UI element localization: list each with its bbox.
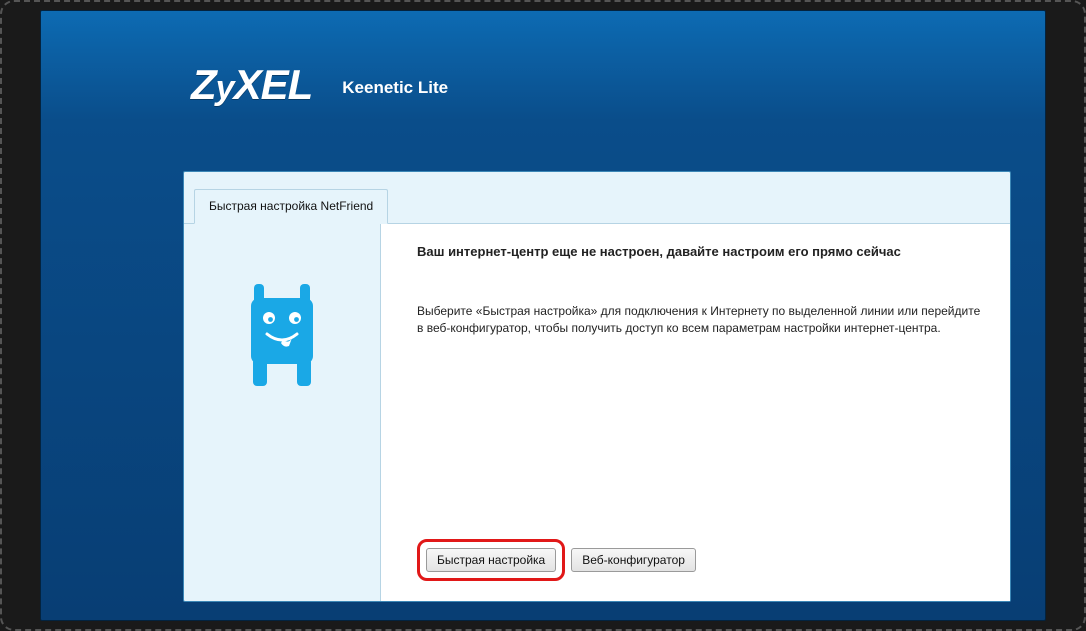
main-panel-wrap: Быстрая настройка NetFriend (183, 171, 1011, 602)
quick-setup-button[interactable]: Быстрая настройка (426, 548, 556, 572)
web-configurator-button[interactable]: Веб-конфигуратор (571, 548, 696, 572)
content-paragraph: Выберите «Быстрая настройка» для подключ… (417, 303, 982, 338)
router-admin-window: ZyXEL Keenetic Lite Быстрая настройка Ne… (40, 10, 1046, 621)
mascot-icon (245, 284, 319, 386)
tab-label: Быстрая настройка NetFriend (209, 199, 373, 213)
content-heading: Ваш интернет-центр еще не настроен, дава… (417, 244, 982, 259)
main-panel: Быстрая настройка NetFriend (183, 171, 1011, 602)
header: ZyXEL Keenetic Lite (41, 11, 1045, 159)
screenshot-frame: ZyXEL Keenetic Lite Быстрая настройка Ne… (0, 0, 1086, 631)
action-bar: Быстрая настройка Веб-конфигуратор (417, 539, 982, 585)
content-pane: Ваш интернет-центр еще не настроен, дава… (380, 224, 1010, 601)
highlight-annotation: Быстрая настройка (417, 539, 565, 581)
side-illustration-pane (184, 224, 380, 601)
tab-quick-setup[interactable]: Быстрая настройка NetFriend (194, 189, 388, 224)
product-name: Keenetic Lite (342, 78, 448, 98)
brand-logo: ZyXEL (191, 61, 312, 109)
tab-bar: Быстрая настройка NetFriend (184, 172, 1010, 224)
panel-body: Ваш интернет-центр еще не настроен, дава… (184, 224, 1010, 601)
